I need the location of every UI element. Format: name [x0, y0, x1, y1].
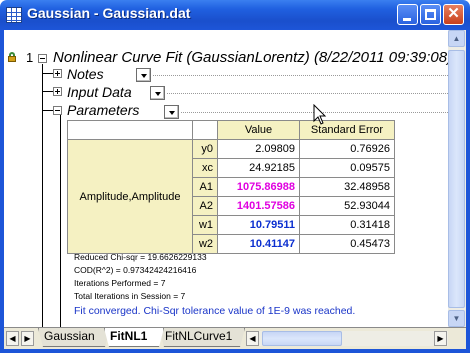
parameter-value[interactable]: 1401.57586	[217, 196, 300, 216]
parameter-error[interactable]: 32.48958	[299, 177, 395, 197]
parameter-error[interactable]: 0.45473	[299, 234, 395, 254]
vertical-scrollbar[interactable]: ▲ ▼	[448, 30, 466, 327]
parameter-name: xc	[192, 158, 218, 178]
collapse-root-button[interactable]	[38, 54, 47, 63]
parameter-error[interactable]: 0.31418	[299, 215, 395, 235]
parameter-name: w2	[192, 234, 218, 254]
chevron-down-icon	[141, 74, 147, 78]
title-bar[interactable]: Gaussian - Gaussian.dat ✕	[0, 0, 470, 30]
tab-scroll-right-button[interactable]: ▶	[21, 331, 34, 346]
tab-fitnl1[interactable]: FitNL1	[104, 328, 164, 347]
minimize-icon	[403, 18, 411, 21]
convergence-message: Fit converged. Chi-Sqr tolerance value o…	[74, 305, 356, 317]
tab-fitnlcurve1[interactable]: FitNLCurve1	[159, 328, 245, 347]
input-data-section-label: Input Data	[67, 84, 132, 100]
parameter-name: A1	[192, 177, 218, 197]
window-frame-bottom	[0, 349, 470, 353]
parameter-value[interactable]: 2.09809	[217, 139, 300, 159]
minimize-button[interactable]	[397, 4, 418, 25]
divider	[167, 93, 448, 94]
node-number: 1	[26, 50, 34, 65]
table-row[interactable]: Amplitude,Amplitude y0 2.09809 0.76926	[67, 139, 395, 254]
close-button[interactable]: ✕	[443, 4, 464, 25]
chevron-down-icon	[155, 92, 161, 96]
parameter-error[interactable]: 0.76926	[299, 139, 395, 159]
horizontal-scroll-thumb[interactable]	[262, 331, 342, 346]
table-header-row: Value Standard Error	[67, 120, 395, 140]
scroll-left-button[interactable]: ◀	[246, 331, 259, 346]
parameters-dropdown-button[interactable]	[164, 105, 179, 119]
report-sheet[interactable]: 1 Nonlinear Curve Fit (GaussianLorentz) …	[4, 30, 448, 327]
expand-input-data-button[interactable]	[53, 87, 62, 96]
value-column-header: Value	[217, 120, 300, 140]
chevron-down-icon	[169, 111, 175, 115]
parameter-name: y0	[192, 139, 218, 159]
maximize-button[interactable]	[420, 4, 441, 25]
cod-text: COD(R^2) = 0.97342424216416	[74, 265, 197, 275]
horizontal-scrollbar[interactable]: ◀ ▶	[246, 331, 448, 346]
notes-dropdown-button[interactable]	[136, 68, 151, 82]
parameters-section-label: Parameters	[67, 102, 140, 118]
report-title: Nonlinear Curve Fit (GaussianLorentz) (8…	[53, 49, 448, 66]
tree-line	[42, 64, 43, 327]
sheet-tab-bar: ◀ ▶ Gaussian FitNL1 FitNLCurve1 ◀ ▶	[4, 327, 466, 349]
window-title: Gaussian - Gaussian.dat	[27, 5, 191, 21]
parameter-value[interactable]: 24.92185	[217, 158, 300, 178]
parameter-name: w1	[192, 215, 218, 235]
parameter-value[interactable]: 10.41147	[217, 234, 300, 254]
lock-icon	[7, 52, 17, 62]
table-cell	[67, 120, 193, 140]
close-icon: ✕	[447, 5, 460, 22]
iterations-text: Iterations Performed = 7	[74, 278, 166, 288]
table-cell	[192, 120, 218, 140]
scroll-down-button[interactable]: ▼	[448, 310, 465, 327]
notes-section-label: Notes	[67, 66, 104, 82]
parameter-name: A2	[192, 196, 218, 216]
parameters-table[interactable]: Value Standard Error Amplitude,Amplitude…	[67, 120, 395, 254]
worksheet-grid-icon	[6, 7, 22, 23]
maximize-icon	[425, 9, 436, 20]
divider	[153, 75, 448, 76]
parameter-value[interactable]: 10.79511	[217, 215, 300, 235]
input-data-dropdown-button[interactable]	[150, 86, 165, 100]
tab-scroll-left-button[interactable]: ◀	[6, 331, 19, 346]
collapse-parameters-button[interactable]	[53, 106, 62, 115]
parameter-group-label: Amplitude,Amplitude	[67, 139, 193, 254]
parameter-value[interactable]: 1075.86988	[217, 177, 300, 197]
reduced-chi-sqr-text: Reduced Chi-sqr = 19.6626229133	[74, 252, 207, 262]
total-iterations-text: Total Iterations in Session = 7	[74, 291, 186, 301]
expand-notes-button[interactable]	[53, 69, 62, 78]
tab-gaussian[interactable]: Gaussian	[38, 328, 110, 347]
scroll-up-button[interactable]: ▲	[448, 30, 465, 47]
parameter-error[interactable]: 0.09575	[299, 158, 395, 178]
scroll-right-button[interactable]: ▶	[434, 331, 447, 346]
tree-line	[60, 115, 61, 327]
vertical-scroll-thumb[interactable]	[448, 50, 465, 308]
mouse-pointer-icon	[313, 104, 327, 125]
parameter-error[interactable]: 52.93044	[299, 196, 395, 216]
window-frame-right	[466, 30, 470, 353]
